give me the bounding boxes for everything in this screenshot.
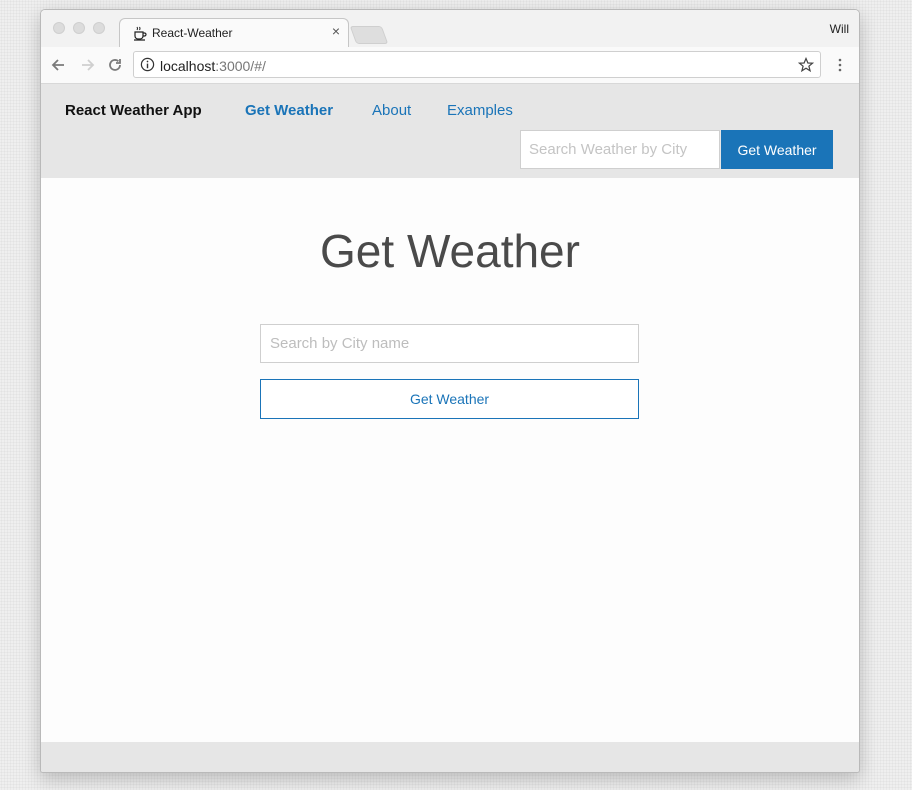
minimize-window-button[interactable] [73,22,85,34]
url-text: localhost:3000/#/ [160,58,266,74]
nav-link-get-weather[interactable]: Get Weather [245,102,333,119]
get-weather-button[interactable]: Get Weather [260,379,639,419]
browser-window: React-Weather × Will localhost:3000/#/ R… [40,9,860,773]
main-content: Get Weather Get Weather [41,178,859,742]
nav-link-examples[interactable]: Examples [447,102,513,119]
zoom-window-button[interactable] [93,22,105,34]
browser-toolbar: localhost:3000/#/ [41,47,859,84]
url-path: :3000/#/ [215,58,266,74]
app-navbar: React Weather App Get Weather About Exam… [41,84,859,178]
close-icon[interactable]: × [332,23,340,39]
coffee-cup-favicon-icon [134,26,147,41]
nav-link-about[interactable]: About [372,102,411,119]
page-title: Get Weather [320,225,580,277]
new-tab-button[interactable] [349,26,389,44]
reload-icon[interactable] [105,55,125,75]
menu-dots-icon[interactable] [833,57,847,73]
tab-title: React-Weather [152,26,233,40]
info-icon[interactable] [140,57,155,72]
nav-get-weather-button[interactable]: Get Weather [721,130,833,169]
star-icon[interactable] [798,57,814,73]
nav-search-input[interactable] [520,130,720,169]
brand-title: React Weather App [65,102,202,119]
city-search-input[interactable] [260,324,639,363]
profile-name[interactable]: Will [830,22,849,36]
close-window-button[interactable] [53,22,65,34]
address-bar[interactable]: localhost:3000/#/ [133,51,821,78]
back-arrow-icon[interactable] [49,55,69,75]
url-host: localhost [160,58,216,74]
browser-tab[interactable]: React-Weather × [119,18,349,47]
forward-arrow-icon[interactable] [77,55,97,75]
footer-bar [41,742,859,772]
tab-strip: React-Weather × Will [41,10,859,47]
